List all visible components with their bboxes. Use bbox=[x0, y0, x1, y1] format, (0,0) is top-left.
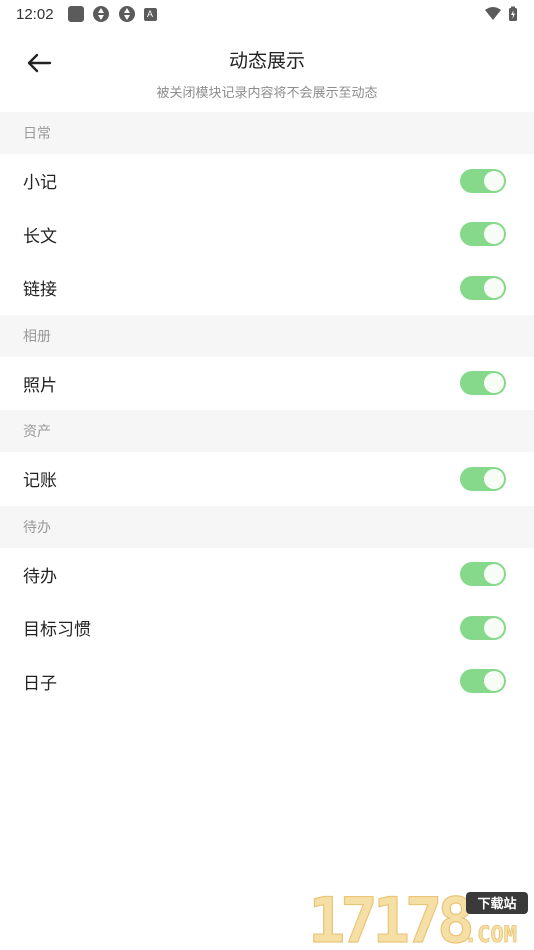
setting-row-goal-habit[interactable]: 目标习惯 bbox=[0, 601, 534, 655]
setting-label: 链接 bbox=[23, 280, 57, 301]
toggle-switch[interactable] bbox=[460, 371, 506, 396]
status-bar: 12:02 A bbox=[0, 0, 534, 28]
watermark-logo: 17178 下载站 .COM bbox=[307, 888, 528, 948]
toggle-switch[interactable] bbox=[460, 615, 506, 640]
page-subtitle: 被关闭模块记录内容将不会展示至动态 bbox=[156, 86, 378, 101]
toggle-knob bbox=[484, 671, 504, 692]
notification-icons: A bbox=[67, 5, 157, 23]
toggle-switch[interactable] bbox=[460, 222, 506, 247]
setting-label: 小记 bbox=[23, 173, 57, 194]
toggle-knob bbox=[484, 617, 504, 638]
toggle-knob bbox=[484, 170, 504, 191]
toggle-knob bbox=[484, 277, 504, 298]
setting-row-photo[interactable]: 照片 bbox=[0, 356, 534, 410]
section-header-album: 相册 bbox=[0, 314, 534, 357]
status-time: 12:02 bbox=[16, 5, 54, 23]
status-right-icons bbox=[484, 6, 518, 22]
setting-label: 目标习惯 bbox=[23, 620, 91, 641]
toggle-switch[interactable] bbox=[460, 168, 506, 193]
toggle-knob bbox=[484, 564, 504, 585]
settings-list: 日常 小记 长文 链接 相册 照片 资产 记账 待办 待办 目标习惯 日子 bbox=[0, 112, 534, 708]
setting-row-article[interactable]: 长文 bbox=[0, 207, 534, 261]
setting-label: 日子 bbox=[23, 673, 57, 694]
section-header-todo: 待办 bbox=[0, 505, 534, 548]
setting-row-todo[interactable]: 待办 bbox=[0, 547, 534, 601]
toggle-switch[interactable] bbox=[460, 669, 506, 694]
setting-label: 照片 bbox=[23, 375, 57, 396]
watermark-domain: .COM bbox=[464, 923, 517, 948]
section-header-daily: 日常 bbox=[0, 112, 534, 154]
toggle-switch[interactable] bbox=[460, 275, 506, 300]
section-header-assets: 资产 bbox=[0, 410, 534, 452]
setting-row-days[interactable]: 日子 bbox=[0, 654, 534, 708]
watermark-number: 17178 bbox=[308, 888, 471, 948]
page-header: 动态展示 被关闭模块记录内容将不会展示至动态 bbox=[0, 28, 534, 112]
setting-label: 记账 bbox=[23, 471, 57, 492]
toggle-knob bbox=[484, 468, 504, 489]
setting-label: 长文 bbox=[23, 226, 57, 247]
setting-label: 待办 bbox=[23, 566, 57, 587]
toggle-knob bbox=[484, 224, 504, 245]
keyboard-a-icon: A bbox=[143, 7, 157, 21]
toggle-switch[interactable] bbox=[460, 562, 506, 587]
app-notification-icon bbox=[67, 6, 84, 22]
aperture-icon-2 bbox=[118, 6, 135, 22]
page-title: 动态展示 bbox=[228, 50, 305, 72]
aperture-icon bbox=[92, 6, 109, 22]
toggle-switch[interactable] bbox=[460, 466, 506, 491]
watermark-badge: 下载站 bbox=[477, 896, 516, 912]
setting-row-link[interactable]: 链接 bbox=[0, 261, 534, 315]
battery-charging-icon bbox=[509, 6, 517, 21]
wifi-icon bbox=[485, 7, 501, 20]
setting-row-bookkeeping[interactable]: 记账 bbox=[0, 452, 534, 506]
toggle-knob bbox=[484, 373, 504, 394]
setting-row-note[interactable]: 小记 bbox=[0, 154, 534, 208]
